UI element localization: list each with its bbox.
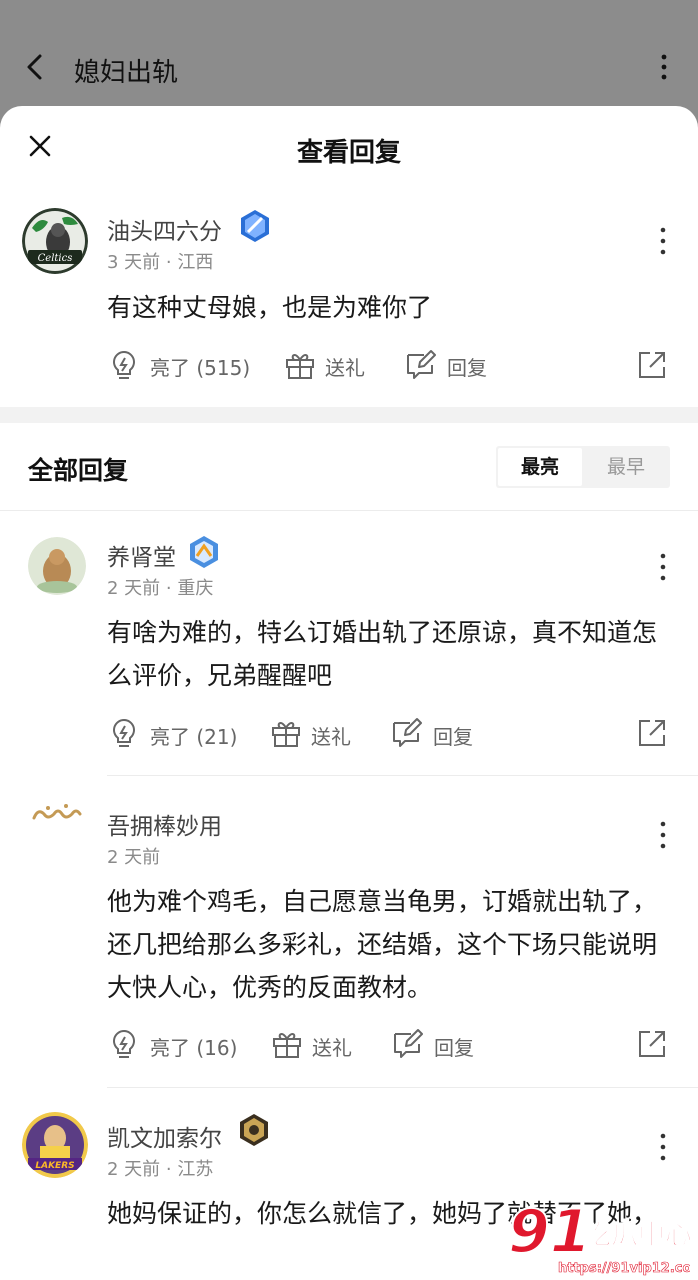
user-badge-icon bbox=[190, 536, 218, 568]
comment-meta: 3 天前 · 江西 bbox=[107, 252, 214, 273]
gift-button[interactable]: 送礼 bbox=[312, 1032, 352, 1061]
gift-icon[interactable] bbox=[270, 717, 302, 749]
reply-sheet: 查看回复 Celtics 油头四六分 3 天前 · 江西 有这种丈母娘，也是为难… bbox=[0, 106, 698, 1280]
page-title: 媳妇出轨 bbox=[74, 58, 179, 88]
like-button[interactable]: 亮了 (21) bbox=[150, 721, 237, 750]
watermark-logo: 91 吃瓜中心 https://91vip12.com bbox=[507, 1196, 690, 1276]
comment-text: 他为难个鸡毛，自己愿意当龟男，订婚就出轨了，还几把给那么多彩礼，还结婚，这个下场… bbox=[107, 887, 658, 1002]
comment-meta: 2 天前 · 江苏 bbox=[107, 1159, 214, 1180]
kebab-menu-icon[interactable] bbox=[658, 820, 668, 850]
reply-icon[interactable] bbox=[391, 1028, 423, 1060]
comment-time: 3 天前 bbox=[107, 252, 161, 273]
reply-icon[interactable] bbox=[390, 717, 422, 749]
gift-button[interactable]: 送礼 bbox=[325, 352, 365, 381]
avatar[interactable]: Celtics bbox=[22, 208, 88, 274]
comment-time: 2 天前 bbox=[107, 1159, 161, 1180]
username[interactable]: 养肾堂 bbox=[107, 538, 176, 572]
kebab-menu-icon[interactable] bbox=[658, 552, 668, 582]
gift-button[interactable]: 送礼 bbox=[311, 721, 351, 750]
username[interactable]: 吾拥棒妙用 bbox=[107, 807, 222, 841]
avatar-logo-text: Celtics bbox=[38, 253, 73, 264]
comment-text: 有这种丈母娘，也是为难你了 bbox=[107, 293, 433, 322]
reply-button[interactable]: 回复 bbox=[434, 1032, 474, 1061]
like-button[interactable]: 亮了 (16) bbox=[150, 1032, 237, 1061]
section-divider bbox=[0, 407, 698, 423]
sort-toggle: 最亮 最早 bbox=[496, 446, 670, 488]
lightbulb-icon[interactable] bbox=[108, 717, 140, 749]
top-bar: 媳妇出轨 bbox=[0, 0, 698, 110]
comment-meta: 2 天前 · 重庆 bbox=[107, 578, 214, 599]
divider bbox=[0, 510, 698, 511]
username[interactable]: 油头四六分 bbox=[107, 212, 222, 246]
share-icon[interactable] bbox=[636, 349, 668, 381]
share-icon[interactable] bbox=[636, 1028, 668, 1060]
reply-button[interactable]: 回复 bbox=[447, 352, 487, 381]
reply-button[interactable]: 回复 bbox=[433, 721, 473, 750]
kebab-menu-icon[interactable] bbox=[658, 1132, 668, 1162]
gift-icon[interactable] bbox=[271, 1028, 303, 1060]
comment-location: 江苏 bbox=[177, 1159, 214, 1180]
kebab-menu-icon[interactable] bbox=[658, 226, 668, 256]
sort-earliest-tab[interactable]: 最早 bbox=[584, 448, 668, 486]
comment-time: 2 天前 bbox=[107, 847, 161, 868]
comment-time: 2 天前 bbox=[107, 578, 161, 599]
share-icon[interactable] bbox=[636, 717, 668, 749]
lightbulb-icon[interactable] bbox=[108, 349, 140, 381]
comment-text: 有啥为难的，特么订婚出轨了还原谅，真不知道怎么评价，兄弟醒醒吧 bbox=[107, 618, 658, 690]
lightbulb-icon[interactable] bbox=[108, 1028, 140, 1060]
divider bbox=[107, 775, 698, 776]
section-title: 全部回复 bbox=[28, 456, 129, 485]
avatar-logo-text: LAKERS bbox=[35, 1161, 74, 1171]
comment-location: 江西 bbox=[177, 252, 214, 273]
comment-location: 重庆 bbox=[177, 578, 214, 599]
avatar[interactable]: LAKERS bbox=[22, 1112, 88, 1178]
avatar[interactable] bbox=[28, 794, 86, 834]
user-badge-icon bbox=[241, 210, 269, 242]
avatar[interactable] bbox=[28, 537, 86, 595]
gift-icon[interactable] bbox=[284, 349, 316, 381]
reply-icon[interactable] bbox=[404, 349, 436, 381]
svg-text:91: 91 bbox=[508, 1197, 592, 1267]
sheet-title: 查看回复 bbox=[296, 138, 401, 168]
watermark-brand: 吃瓜中心 bbox=[584, 1220, 690, 1251]
back-icon[interactable] bbox=[20, 50, 50, 84]
sort-hottest-tab[interactable]: 最亮 bbox=[498, 448, 582, 486]
user-badge-icon bbox=[240, 1114, 268, 1146]
more-icon[interactable] bbox=[650, 52, 678, 82]
like-button[interactable]: 亮了 (515) bbox=[150, 352, 250, 381]
username[interactable]: 凯文加索尔 bbox=[107, 1119, 222, 1153]
watermark-url: https://91vip12.com bbox=[558, 1261, 690, 1276]
divider bbox=[107, 1087, 698, 1088]
